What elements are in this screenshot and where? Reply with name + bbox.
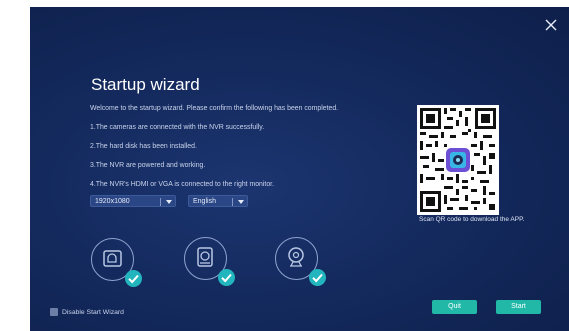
checklist-item: 1.The cameras are connected with the NVR… [90,124,265,131]
page-title: Startup wizard [91,75,200,94]
checklist-item: 4.The NVR's HDMI or VGA is connected to … [90,181,274,188]
language-select[interactable]: English [188,195,248,207]
checklist-item: 2.The hard disk has been installed. [90,143,197,150]
chevron-down-icon [166,200,172,204]
check-icon-glyph [128,274,139,284]
disable-wizard-label: Disable Start Wizard [62,308,124,316]
language-value: English [193,198,216,205]
resolution-select[interactable]: 1920x1080 [90,195,176,207]
disable-wizard-checkbox[interactable] [50,308,58,316]
qr-caption: Scan QR code to download the APP. [419,216,525,223]
check-icon [309,269,326,286]
chevron-down-icon [238,200,244,204]
camera-status [275,237,326,286]
startup-wizard-dialog: Startup wizard Welcome to the startup wi… [30,7,569,331]
quit-button[interactable]: Quit [432,300,477,314]
check-icon-glyph [312,273,323,283]
select-divider [160,198,161,206]
check-icon [218,269,235,286]
resolution-value: 1920x1080 [95,198,130,205]
check-icon [125,270,142,287]
start-button[interactable]: Start [496,300,541,314]
intro-text: Welcome to the startup wizard. Please co… [90,105,339,112]
close-icon[interactable] [543,18,559,34]
disable-wizard-option[interactable]: Disable Start Wizard [50,308,124,316]
select-divider [232,198,233,206]
nvr-status [91,238,142,287]
hdd-status [184,237,235,286]
check-icon-glyph [221,273,232,283]
close-icon-glyph [545,19,557,31]
checklist-item: 3.The NVR are powered and working. [90,162,206,169]
qr-code [417,105,499,215]
